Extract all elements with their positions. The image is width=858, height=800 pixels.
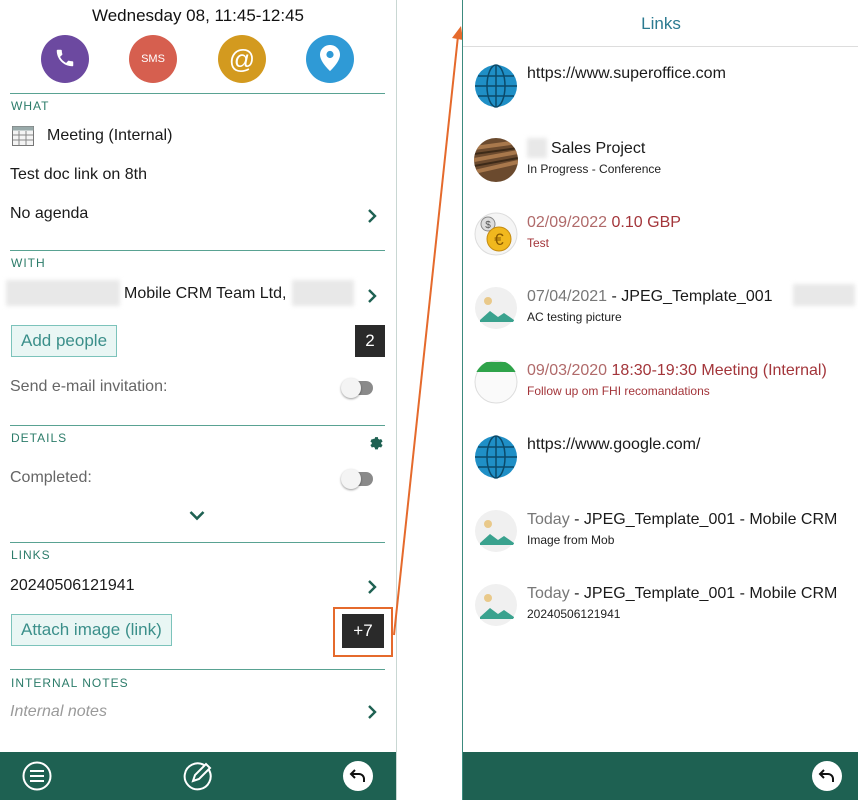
meeting-type[interactable]: Meeting (Internal) xyxy=(47,127,172,145)
appointment-panel: Wednesday 08, 11:45-12:45 SMS @ WHAT Mee… xyxy=(0,0,397,800)
calendar-grid-icon xyxy=(12,126,34,151)
divider xyxy=(10,250,385,251)
link-sub: Image from Mob xyxy=(527,533,615,547)
svg-text:$: $ xyxy=(485,220,491,231)
send-invitation-label: Send e-mail invitation: xyxy=(10,378,168,395)
details-heading: DETAILS xyxy=(11,431,68,445)
completed-toggle[interactable] xyxy=(341,469,373,489)
agenda-value[interactable]: No agenda xyxy=(10,205,88,223)
chevron-right-icon[interactable] xyxy=(367,289,377,303)
divider xyxy=(10,669,385,670)
calendar-icon xyxy=(474,360,518,404)
divider xyxy=(10,542,385,543)
link-item[interactable]: https://www.superoffice.com xyxy=(463,64,858,124)
redacted-participant xyxy=(6,280,120,306)
divider xyxy=(10,425,385,426)
divider xyxy=(10,93,385,94)
link-main: 02/09/2022 0.10 GBP xyxy=(527,214,681,231)
link-item[interactable]: $ € 02/09/2022 0.10 GBP Test xyxy=(463,212,858,272)
link-main: https://www.google.com/ xyxy=(527,436,701,453)
chevron-right-icon[interactable] xyxy=(367,209,377,223)
bottom-toolbar xyxy=(463,752,858,800)
redacted-participant xyxy=(292,280,354,306)
with-heading: WITH xyxy=(11,256,46,270)
chevron-down-icon[interactable] xyxy=(189,510,205,521)
participant-company[interactable]: Mobile CRM Team Ltd, xyxy=(124,285,286,303)
link-item[interactable]: Sales Project In Progress - Conference xyxy=(463,138,858,198)
link-sub: Test xyxy=(527,236,550,250)
location-button[interactable] xyxy=(306,35,354,83)
link-main: Sales Project xyxy=(551,140,646,157)
bottom-toolbar xyxy=(0,752,396,800)
menu-icon[interactable] xyxy=(22,761,52,791)
back-icon[interactable] xyxy=(343,761,373,791)
link-main: 09/03/2020 18:30-19:30 Meeting (Internal… xyxy=(527,362,827,379)
add-people-button[interactable]: Add people xyxy=(11,325,118,357)
sms-button[interactable]: SMS xyxy=(129,35,177,83)
link-item[interactable]: 07/04/2021 - JPEG_Template_001 AC testin… xyxy=(463,284,858,346)
links-panel: Links https://www.superoffice.com Sales … xyxy=(462,0,858,800)
appointment-title[interactable]: Test doc link on 8th xyxy=(10,166,147,184)
internal-notes-heading: INTERNAL NOTES xyxy=(11,676,129,690)
gear-icon[interactable] xyxy=(366,433,383,455)
completed-label: Completed: xyxy=(10,469,92,486)
people-count-badge[interactable]: 2 xyxy=(355,325,385,357)
link-item[interactable]: Today - JPEG_Template_001 - Mobile CRM 2… xyxy=(463,583,858,643)
link-main: Today - JPEG_Template_001 - Mobile CRM xyxy=(527,511,838,528)
annotation-highlight xyxy=(333,607,393,657)
globe-icon xyxy=(474,64,518,108)
map-pin-icon xyxy=(320,44,340,74)
link-item[interactable]: Today - JPEG_Template_001 - Mobile CRM I… xyxy=(463,509,858,569)
attach-image-button[interactable]: Attach image (link) xyxy=(11,614,172,646)
svg-text:€: € xyxy=(494,230,504,249)
edit-icon[interactable] xyxy=(183,761,213,791)
link-main: https://www.superoffice.com xyxy=(527,65,726,82)
link-sub: In Progress - Conference xyxy=(527,162,662,176)
phone-button[interactable] xyxy=(41,35,89,83)
chevron-right-icon[interactable] xyxy=(367,705,377,719)
image-placeholder-icon xyxy=(474,583,518,627)
image-placeholder-icon xyxy=(474,286,518,330)
what-heading: WHAT xyxy=(11,99,50,113)
appointment-date-time: Wednesday 08, 11:45-12:45 xyxy=(91,6,305,25)
back-icon[interactable] xyxy=(812,761,842,791)
phone-icon xyxy=(54,47,76,72)
links-heading: LINKS xyxy=(11,548,51,562)
sale-image xyxy=(474,138,518,182)
expense-icon: $ € xyxy=(474,212,518,256)
send-invitation-toggle[interactable] xyxy=(341,378,373,398)
globe-icon xyxy=(474,435,518,479)
email-button[interactable]: @ xyxy=(218,35,266,83)
chevron-right-icon[interactable] xyxy=(367,580,377,594)
link-sub: AC testing picture xyxy=(527,310,622,324)
divider xyxy=(463,46,858,47)
link-item[interactable]: 20240506121941 xyxy=(10,577,135,595)
link-sub: Follow up om FHI recomandations xyxy=(527,384,710,398)
link-sub: 20240506121941 xyxy=(527,607,621,621)
internal-notes-field[interactable]: Internal notes xyxy=(10,703,107,721)
link-item[interactable]: 09/03/2020 18:30-19:30 Meeting (Internal… xyxy=(463,360,858,420)
annotation-arrow xyxy=(393,26,463,636)
link-main: 07/04/2021 - JPEG_Template_001 xyxy=(527,288,773,305)
at-icon: @ xyxy=(228,43,256,74)
sms-label: SMS xyxy=(141,53,165,65)
image-placeholder-icon xyxy=(474,509,518,553)
links-title: Links xyxy=(641,14,681,33)
link-main: Today - JPEG_Template_001 - Mobile CRM xyxy=(527,585,838,602)
redacted-text xyxy=(527,138,547,158)
link-item[interactable]: https://www.google.com/ xyxy=(463,435,858,495)
redacted-text xyxy=(793,284,855,306)
